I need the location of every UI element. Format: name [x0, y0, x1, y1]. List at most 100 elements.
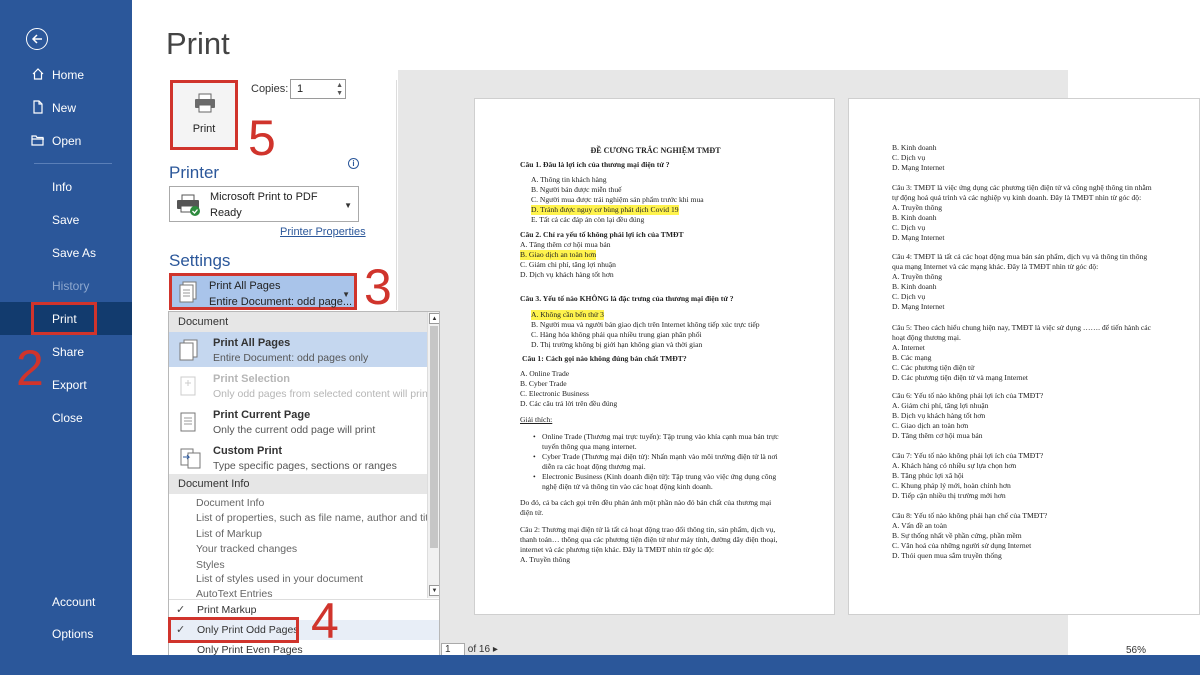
info-option-list-of-markup[interactable]: List of Markup	[196, 528, 262, 540]
check-label: Print Markup	[197, 604, 257, 616]
page-title: Print	[166, 26, 230, 61]
doc-line: A. Online Trade	[520, 369, 570, 378]
spin-down-icon[interactable]: ▼	[336, 90, 343, 97]
preview-page-1: ĐỀ CƯƠNG TRẮC NGHIỆM TMĐT Câu 1. Đâu là …	[474, 98, 835, 615]
info-option-styles[interactable]: Styles	[196, 559, 225, 571]
doc-line: D. Tăng thêm cơ hội mua bán	[892, 431, 983, 440]
sidebar-item-close[interactable]: Close	[0, 401, 132, 434]
printer-heading: Printer	[169, 163, 220, 182]
sidebar-item-label: Export	[52, 377, 87, 392]
doc-line: Electronic Business (Kinh doanh điện tử)…	[542, 472, 777, 481]
doc-line-highlighted: A. Không cần bến thử 3	[531, 310, 604, 320]
sidebar-item-open[interactable]: Open	[0, 124, 132, 157]
option-title: Custom Print	[213, 445, 283, 457]
backstage-sidebar: Home New Open Info Save Save As History …	[0, 0, 132, 675]
sidebar-item-label: Info	[52, 179, 73, 194]
doc-line: D. Dịch vụ khách hàng tốt hơn	[520, 270, 614, 279]
doc-line: D. Tiếp cận nhiều thị trường mới hơn	[892, 491, 1006, 500]
sidebar-item-label: Save	[52, 212, 80, 227]
doc-line: Câu 7: Yếu tố nào không phải lợi ích của…	[892, 451, 1044, 460]
preview-page-2: B. Kinh doanh C. Dịch vụ D. Mạng Interne…	[848, 98, 1200, 615]
doc-line: C. Dịch vụ	[892, 153, 926, 162]
document-title: ĐỀ CƯƠNG TRẮC NGHIỆM TMĐT	[590, 146, 721, 155]
sidebar-item-options[interactable]: Options	[0, 617, 132, 650]
settings-heading: Settings	[169, 251, 231, 270]
doc-line: Câu 1: Cách gọi nào không đúng bản chất …	[522, 354, 687, 363]
doc-line: Câu 2. Chỉ ra yếu tố không phải lợi ích …	[520, 230, 684, 239]
dropdown-header-document-info: Document Info	[169, 474, 427, 494]
selection-icon	[180, 376, 196, 396]
step-number-3: 3	[364, 259, 392, 315]
sidebar-item-label: Open	[52, 133, 82, 148]
print-range-dropdown: Document Print All Pages Entire Document…	[168, 311, 440, 656]
print-range-select[interactable]: Print All Pages Entire Document: odd pag…	[169, 273, 357, 310]
doc-line: thanh toán… thông qua các phương tiện đi…	[520, 535, 778, 544]
scroll-up-icon[interactable]: ▲	[429, 313, 439, 324]
sidebar-item-save[interactable]: Save	[0, 203, 132, 236]
doc-line: điện tử.	[520, 508, 544, 517]
sidebar-item-save-as[interactable]: Save As	[0, 236, 132, 269]
spin-up-icon[interactable]: ▲	[336, 82, 343, 89]
doc-line: Câu 3. Yếu tố nào KHÔNG là đặc trưng của…	[520, 294, 734, 303]
doc-line: A. Internet	[892, 343, 925, 352]
doc-line: D. Mạng Internet	[892, 302, 945, 311]
option-print-current-page[interactable]: Print Current Page Only the current odd …	[169, 404, 427, 439]
next-page-icon[interactable]: ▸	[493, 644, 498, 655]
info-icon[interactable]: i	[348, 158, 359, 169]
doc-line: C. Hàng hóa không phải qua nhiều trung g…	[531, 330, 702, 339]
doc-line: B. Tăng phúc lợi xã hội	[892, 471, 964, 480]
option-custom-print[interactable]: Custom Print Type specific pages, sectio…	[169, 440, 427, 475]
doc-line: C. Dịch vụ	[892, 292, 926, 301]
printer-select[interactable]: Microsoft Print to PDF Ready ▼	[169, 186, 359, 222]
sidebar-item-new[interactable]: New	[0, 91, 132, 124]
printer-properties-link[interactable]: Printer Properties	[280, 226, 366, 238]
doc-line-highlighted: D. Tránh được nguy cơ bùng phát dịch Cov…	[531, 205, 679, 215]
print-button[interactable]: Print	[170, 80, 238, 150]
doc-line: A. Tăng thêm cơ hội mua bán	[520, 240, 611, 249]
doc-line: B. Các mạng	[892, 353, 932, 362]
bullet-dot: •	[533, 472, 536, 481]
scroll-thumb[interactable]	[430, 326, 438, 548]
doc-line: A. Giảm chi phí, tăng lợi nhuận	[892, 401, 989, 410]
doc-line: Giải thích:	[520, 415, 553, 424]
printer-name: Microsoft Print to PDF	[210, 191, 318, 203]
option-subtitle: Entire Document: odd pages only	[213, 352, 369, 364]
doc-line: C. Dịch vụ	[892, 223, 926, 232]
document-pages-icon	[179, 281, 197, 303]
print-range-subtitle: Entire Document: odd page...	[209, 296, 353, 308]
info-option-document-info[interactable]: Document Info	[196, 497, 264, 509]
doc-line: C. Electronic Business	[520, 389, 589, 398]
doc-line: nghệ điện tử và thông tin vào các hoạt đ…	[542, 482, 713, 491]
current-page-icon	[180, 412, 196, 432]
custom-print-icon	[180, 448, 201, 469]
all-pages-icon	[179, 339, 198, 361]
doc-line: A. Vấn đề an toàn	[892, 521, 947, 530]
sidebar-item-label: Save As	[52, 245, 97, 260]
doc-line: D. Thói quen mua sắm truyền thống	[892, 551, 1002, 560]
step-number-2: 2	[16, 340, 44, 396]
sidebar-item-info[interactable]: Info	[0, 170, 132, 203]
sidebar-item-label: History	[52, 278, 90, 293]
doc-line: D. Các phương tiện điện tử và mạng Inter…	[892, 373, 1029, 382]
option-print-all-pages[interactable]: Print All Pages Entire Document: odd pag…	[169, 332, 427, 367]
new-document-icon	[31, 100, 45, 117]
doc-line: qua mạng Internet và các mạng khác. Đây …	[892, 262, 1099, 271]
back-arrow-icon[interactable]	[26, 28, 48, 50]
sidebar-item-home[interactable]: Home	[0, 58, 132, 91]
sidebar-item-label: New	[52, 100, 77, 115]
chevron-down-icon: ▼	[342, 290, 350, 299]
sidebar-item-label: Share	[52, 344, 85, 359]
dropdown-scrollbar[interactable]: ▲ ▼	[427, 312, 439, 598]
doc-line: internet và các phương tiện khác. Đây là…	[520, 545, 714, 554]
copies-input[interactable]: 1 ▲ ▼	[290, 79, 346, 99]
bottom-border	[0, 655, 1200, 675]
doc-line: tuyến thông qua mạng internet.	[542, 442, 637, 451]
doc-line: Cyber Trade (Thương mại điện tử): Nhấn m…	[542, 452, 778, 461]
sidebar-item-account[interactable]: Account	[0, 585, 132, 618]
option-subtitle: Only odd pages from selected content wil…	[213, 388, 431, 400]
doc-line: A. Khách hàng có nhiều sự lựa chọn hơn	[892, 461, 1017, 470]
doc-line: A. Truyền thông	[520, 555, 571, 564]
printer-icon	[195, 93, 215, 113]
scroll-down-icon[interactable]: ▼	[429, 585, 439, 596]
doc-line: C. Người mua được trải nghiệm sản phẩm t…	[531, 195, 704, 204]
